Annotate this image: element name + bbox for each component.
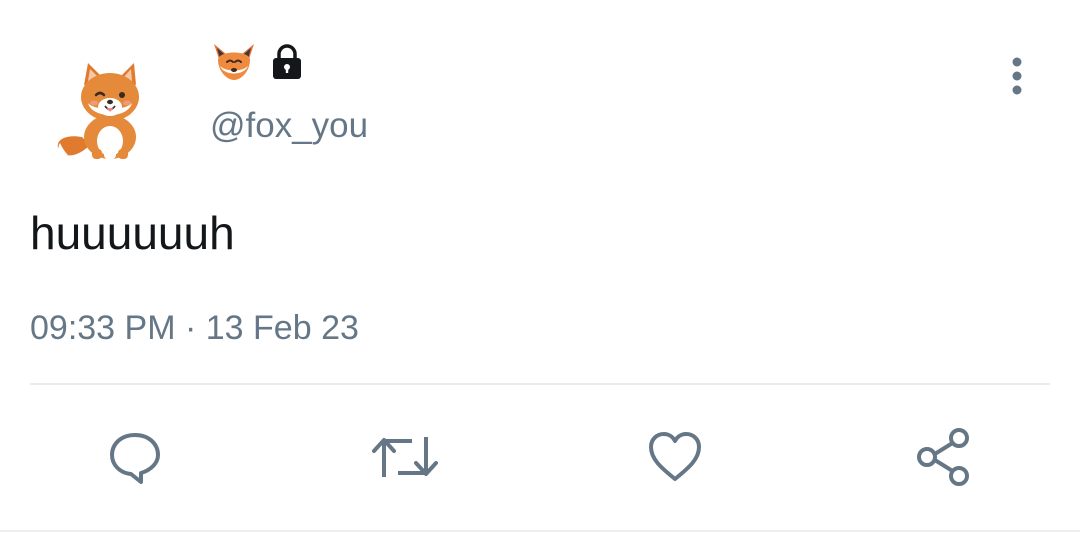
user-avatar[interactable]: [30, 45, 180, 170]
heart-icon: [649, 432, 701, 481]
shiba-fox-sticker-icon: [57, 63, 139, 159]
tweet-timestamp: 09:33 PM · 13 Feb 23: [30, 306, 359, 350]
more-options-button[interactable]: [996, 52, 1038, 102]
tweet-detail: @fox_you huuuuuuh 09:33 PM · 13 Feb 23: [0, 0, 1080, 549]
reply-bubble-icon: [110, 433, 160, 484]
tweet-text: huuuuuuh: [30, 207, 235, 259]
bottom-divider: [0, 530, 1080, 532]
like-button[interactable]: [640, 425, 710, 489]
lock-icon: [273, 44, 301, 79]
tweet-date: 13 Feb 23: [205, 309, 359, 347]
share-button[interactable]: [910, 425, 980, 489]
tweet-time: 09:33 PM: [30, 309, 176, 347]
retweet-button[interactable]: [370, 425, 440, 489]
divider: [30, 383, 1050, 385]
share-icon: [917, 428, 969, 486]
more-vertical-icon: [1012, 57, 1022, 95]
reply-button[interactable]: [100, 425, 170, 489]
display-name-row[interactable]: [210, 40, 306, 84]
meta-separator: ·: [184, 309, 197, 347]
fox-face-emoji-icon: [214, 44, 254, 80]
user-handle[interactable]: @fox_you: [210, 104, 368, 148]
retweet-icon: [372, 437, 438, 477]
